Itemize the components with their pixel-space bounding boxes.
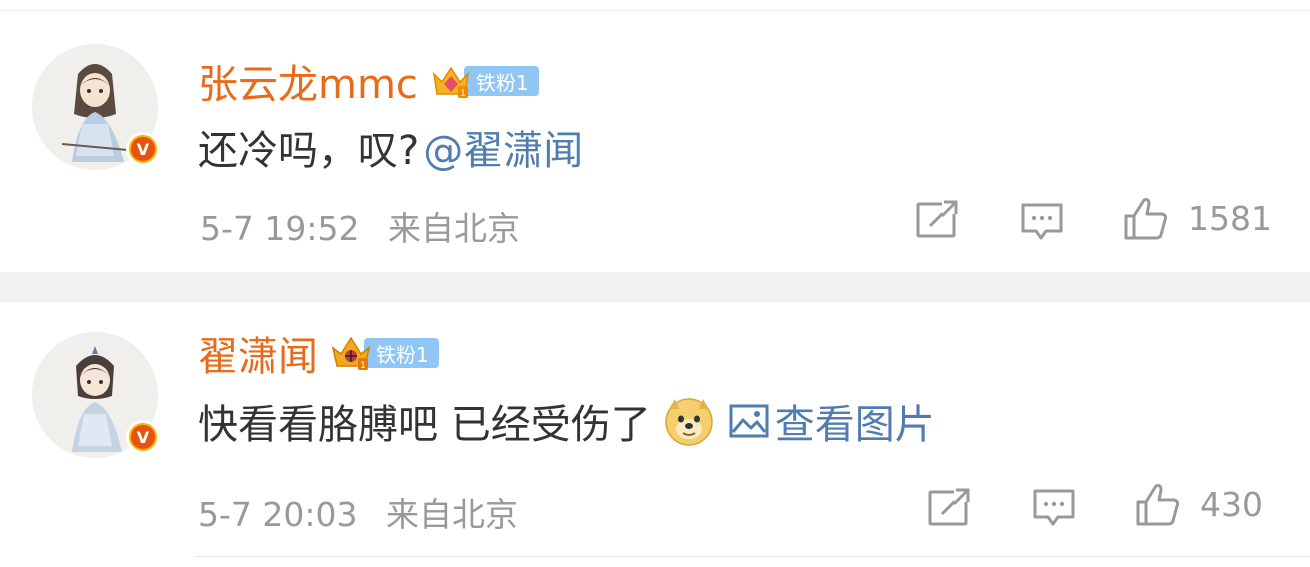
comment-meta: 5-7 20:03 来自北京 (198, 488, 518, 536)
view-image-link[interactable]: 查看图片 (729, 392, 935, 450)
comment-body: 快看看胳膊吧 已经受伤了 (198, 402, 651, 448)
comment-button[interactable] (1032, 488, 1076, 528)
fan-badge-label: 铁粉1 (364, 338, 439, 368)
like-button[interactable]: 1581 (1122, 194, 1272, 242)
comment-text: 快看看胳膊吧 已经受伤了 查看图片 (198, 392, 935, 450)
name-row: 张云龙mmc 1 铁粉1 (198, 52, 539, 110)
like-count: 430 (1200, 484, 1263, 524)
svg-text:1: 1 (360, 361, 366, 371)
comment-meta: 5-7 19:52 来自北京 (200, 202, 520, 250)
comment-icon (1033, 489, 1075, 526)
comment-source: 来自北京 (386, 495, 518, 534)
verified-badge: V (126, 132, 160, 166)
view-image-label: 查看图片 (774, 402, 935, 448)
like-count: 1581 (1188, 198, 1272, 238)
verified-badge-label: V (131, 137, 155, 161)
crown-icon: 1 (432, 66, 470, 99)
verified-badge-label: V (131, 425, 155, 449)
crown-icon: 1 (331, 336, 371, 371)
like-icon (1136, 484, 1180, 526)
username[interactable]: 翟潇闻 (198, 324, 318, 382)
bottom-divider (196, 556, 1310, 557)
fan-badge[interactable]: 1 铁粉1 (430, 60, 539, 102)
svg-text:1: 1 (460, 89, 466, 99)
comment-text: 还冷吗，叹? @翟潇闻 (198, 118, 583, 176)
comment-icon (1021, 203, 1063, 240)
avatar[interactable]: V (32, 332, 160, 458)
top-divider (0, 10, 1310, 11)
comment-item: V 翟潇闻 1 铁粉1 快看看胳膊吧 已经受伤了 查看图片 5-7 20:03 … (0, 302, 1310, 556)
username[interactable]: 张云龙mmc (198, 52, 418, 110)
repost-icon (928, 488, 970, 526)
comment-source: 来自北京 (388, 209, 520, 248)
avatar[interactable]: V (32, 44, 160, 170)
name-row: 翟潇闻 1 铁粉1 (198, 324, 439, 382)
doge-emoji (664, 398, 713, 446)
comment-item: V 张云龙mmc 1 铁粉1 还冷吗，叹? @翟潇闻 5-7 19:52 来自北… (0, 14, 1310, 272)
like-button[interactable]: 430 (1134, 480, 1263, 528)
mention-link[interactable]: @翟潇闻 (423, 118, 583, 176)
comment-time: 5-7 20:03 (198, 495, 358, 534)
fan-badge-label: 铁粉1 (463, 66, 539, 96)
repost-icon (916, 200, 958, 238)
repost-button[interactable] (928, 488, 970, 526)
section-separator (0, 272, 1310, 302)
fan-badge[interactable]: 1 铁粉1 (330, 332, 439, 374)
comment-body: 还冷吗，叹? (198, 128, 420, 174)
image-icon (729, 404, 769, 438)
repost-button[interactable] (916, 200, 958, 238)
comment-time: 5-7 19:52 (200, 209, 360, 248)
verified-badge: V (126, 420, 160, 454)
like-icon (1124, 198, 1168, 240)
comment-button[interactable] (1020, 202, 1064, 242)
